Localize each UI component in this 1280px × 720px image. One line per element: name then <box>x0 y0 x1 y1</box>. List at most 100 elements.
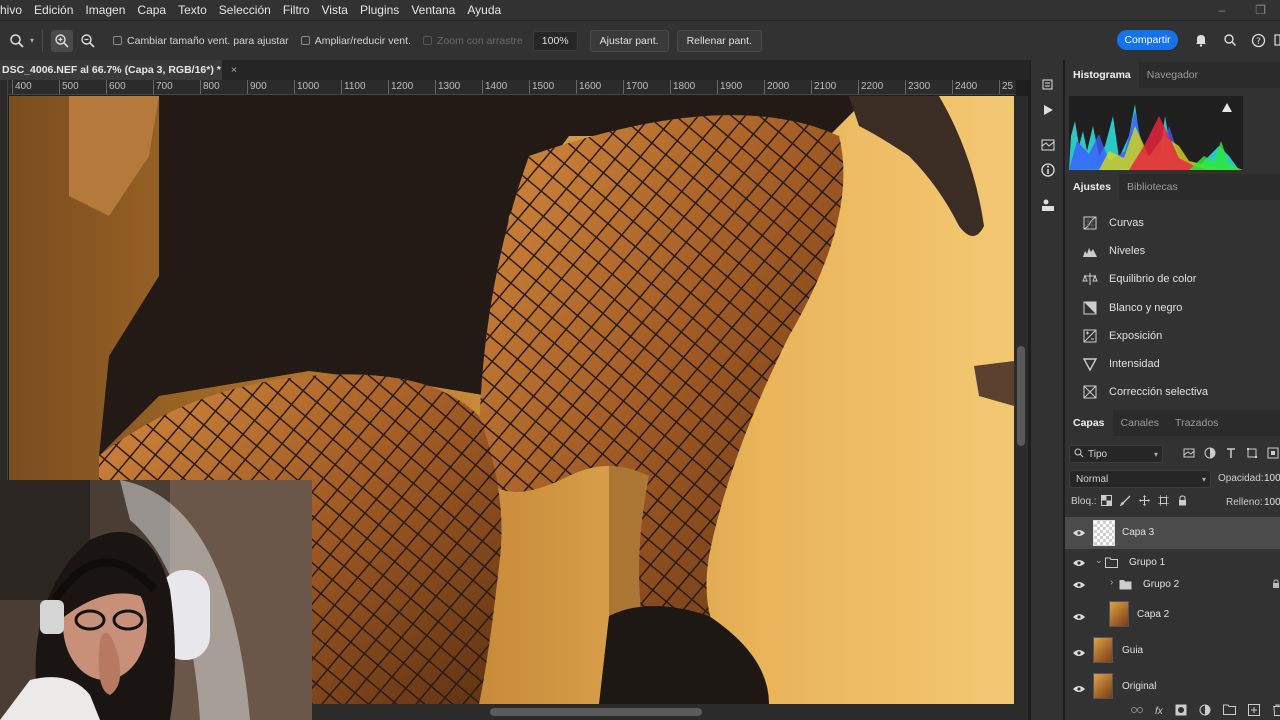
eye-icon[interactable] <box>1072 646 1086 660</box>
webcam-image <box>0 480 312 720</box>
lock-move-icon[interactable] <box>1139 495 1150 509</box>
adjustment-vibrance[interactable]: Intensidad <box>1081 354 1160 374</box>
tab-histogram[interactable]: Histograma <box>1065 62 1139 88</box>
adjustment-curves[interactable]: Curvas <box>1081 213 1144 233</box>
layer-row-capa-2[interactable]: Capa 2 <box>1065 598 1280 630</box>
scrubby-zoom-checkbox[interactable]: Zoom con arrastre <box>422 35 523 47</box>
color-panel-icon[interactable] <box>1039 136 1057 154</box>
layer-row-original[interactable]: Original <box>1065 670 1280 702</box>
tab-navigator[interactable]: Navegador <box>1139 62 1206 88</box>
layer-row-capa-3[interactable]: Capa 3 <box>1065 517 1280 549</box>
layer-row-grupo-1[interactable]: ⌄ Grupo 1 <box>1065 553 1280 573</box>
webcam-overlay <box>0 480 312 720</box>
lock-transparent-icon[interactable] <box>1101 495 1112 509</box>
menu-ayuda[interactable]: Ayuda <box>461 3 507 17</box>
lock-artboard-icon[interactable] <box>1158 495 1169 509</box>
menu-filtro[interactable]: Filtro <box>277 3 316 17</box>
ruler-tick: 1700 <box>623 80 648 94</box>
fit-screen-button[interactable]: Ajustar pant. <box>589 29 669 52</box>
opacity-value[interactable]: 100 <box>1264 473 1280 484</box>
link-layers-icon[interactable] <box>1131 705 1143 717</box>
play-actions-icon[interactable] <box>1039 101 1057 119</box>
adjustment-filter-icon[interactable] <box>1204 447 1216 462</box>
eye-icon[interactable] <box>1072 610 1086 624</box>
menu-plugins[interactable]: Plugins <box>354 3 405 17</box>
type-filter-icon[interactable] <box>1225 447 1237 462</box>
layer-filter-select[interactable]: Tipo ▾ <box>1069 445 1163 463</box>
chevron-right-icon[interactable]: › <box>1110 577 1113 588</box>
ruler-tick: 1000 <box>294 80 319 94</box>
menu-vista[interactable]: Vista <box>315 3 353 17</box>
new-adjustment-layer-icon[interactable] <box>1199 704 1211 719</box>
new-group-icon[interactable] <box>1222 704 1236 718</box>
restore-button[interactable]: ❐ <box>1255 3 1266 17</box>
zoom-all-windows-checkbox[interactable]: Ampliar/reducir vent. <box>300 35 411 47</box>
eye-icon[interactable] <box>1072 556 1086 570</box>
layer-row-guia[interactable]: Guia <box>1065 634 1280 666</box>
horizontal-scroll-thumb[interactable] <box>490 708 702 716</box>
adjustment-levels[interactable]: Niveles <box>1081 241 1145 261</box>
menu-imagen[interactable]: Imagen <box>79 3 131 17</box>
menu-ventana[interactable]: Ventana <box>405 3 461 17</box>
horizontal-ruler: 400 500 600 700 800 900 1000 1100 1200 1… <box>8 80 1016 95</box>
document-tab-bar: DSC_4006.NEF al 66.7% (Capa 3, RGB/16*) … <box>0 60 1030 80</box>
fx-icon[interactable]: fx <box>1155 706 1163 717</box>
share-button[interactable]: Compartir <box>1117 30 1178 50</box>
lock-all-icon[interactable] <box>1177 495 1188 509</box>
vertical-scroll-thumb[interactable] <box>1017 346 1025 446</box>
horizontal-scrollbar[interactable] <box>312 704 1028 720</box>
tab-adjustments[interactable]: Ajustes <box>1065 174 1119 200</box>
menu-archivo[interactable]: chivo <box>0 3 28 17</box>
search-icon[interactable] <box>1221 31 1239 49</box>
history-icon[interactable] <box>1039 76 1057 94</box>
zoom-out-icon[interactable] <box>77 30 99 52</box>
adjustment-black-white[interactable]: Blanco y negro <box>1081 298 1182 318</box>
pixel-filter-icon[interactable] <box>1183 447 1195 462</box>
document-tab[interactable]: DSC_4006.NEF al 66.7% (Capa 3, RGB/16*) … <box>0 60 237 80</box>
levels-icon <box>1081 242 1099 260</box>
lock-brush-icon[interactable] <box>1119 495 1131 509</box>
tab-layers[interactable]: Capas <box>1065 410 1113 436</box>
layers-footer: fx <box>1065 702 1280 720</box>
eye-icon[interactable] <box>1072 578 1086 592</box>
ruler-tick: 400 <box>12 80 32 94</box>
ruler-tick: 600 <box>106 80 126 94</box>
layer-row-grupo-2[interactable]: › Grupo 2 <box>1065 575 1280 595</box>
help-icon[interactable]: ? <box>1249 31 1267 49</box>
delete-layer-icon[interactable] <box>1272 704 1280 719</box>
menu-capa[interactable]: Capa <box>131 3 172 17</box>
zoom-tool-icon[interactable] <box>6 30 28 52</box>
resize-windows-checkbox[interactable]: Cambiar tamaño vent. para ajustar <box>113 35 289 47</box>
layer-filter-value: Tipo <box>1088 448 1108 460</box>
add-mask-icon[interactable] <box>1175 704 1187 719</box>
menu-edicion[interactable]: Edición <box>28 3 79 17</box>
new-layer-icon[interactable] <box>1247 703 1260 719</box>
bell-icon[interactable] <box>1192 31 1210 49</box>
minimize-button[interactable]: – <box>1219 3 1226 17</box>
chevron-down-icon[interactable]: ⌄ <box>1095 555 1103 566</box>
eye-icon[interactable] <box>1072 682 1086 696</box>
smart-object-filter-icon[interactable] <box>1267 447 1279 462</box>
info-icon[interactable] <box>1039 161 1057 179</box>
tab-libraries[interactable]: Bibliotecas <box>1119 174 1186 200</box>
layer-thumbnail-photo <box>1093 673 1113 699</box>
workspace-icon[interactable] <box>1271 31 1280 49</box>
fill-value[interactable]: 100 <box>1264 497 1280 508</box>
eye-icon[interactable] <box>1072 526 1086 540</box>
menu-seleccion[interactable]: Selección <box>213 3 277 17</box>
adjustment-exposure[interactable]: Exposición <box>1081 326 1162 346</box>
chevron-down-icon[interactable]: ▾ <box>30 36 34 45</box>
adjustment-selective-color[interactable]: Corrección selectiva <box>1081 382 1208 402</box>
zoom-in-icon[interactable] <box>51 29 74 52</box>
properties-icon[interactable] <box>1039 196 1057 214</box>
shape-filter-icon[interactable] <box>1246 447 1258 462</box>
tab-channels[interactable]: Canales <box>1113 410 1168 436</box>
close-tab-icon[interactable]: × <box>231 64 237 76</box>
vertical-scrollbar[interactable] <box>1014 96 1028 704</box>
tab-paths[interactable]: Trazados <box>1167 410 1226 436</box>
blend-mode-select[interactable]: Normal ▾ <box>1069 470 1211 488</box>
menu-texto[interactable]: Texto <box>172 3 213 17</box>
adjustment-color-balance[interactable]: Equilibrio de color <box>1081 269 1196 289</box>
zoom-value-field[interactable]: 100% <box>532 30 578 51</box>
fill-screen-button[interactable]: Rellenar pant. <box>676 29 762 52</box>
